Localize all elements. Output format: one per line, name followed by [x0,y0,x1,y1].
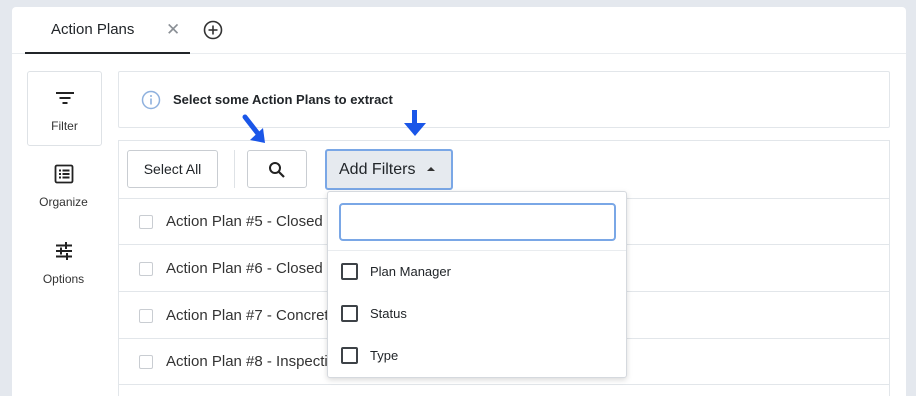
search-icon [269,162,285,178]
option-checkbox[interactable] [341,347,358,364]
option-label: Plan Manager [370,264,451,279]
filter-icon [55,88,75,108]
add-filters-dropdown: Plan Manager Status Type [327,191,627,378]
diagonal-arrow-icon [242,114,265,143]
rail-item-label: Organize [39,195,88,209]
rail-item-options[interactable]: Options [27,225,102,300]
search-button[interactable] [247,150,307,188]
tab-label: Action Plans [51,21,135,38]
rail-item-organize[interactable]: Organize [27,148,102,223]
filter-search-input[interactable] [339,203,616,241]
filter-option-type[interactable]: Type [328,335,626,377]
add-filters-button[interactable]: Add Filters [325,149,453,190]
rail-item-label: Filter [51,119,78,133]
option-label: Type [370,348,399,363]
rail-item-label: Options [42,272,85,286]
caret-up-icon [427,167,435,171]
tab-action-plans[interactable]: Action Plans ✕ [25,7,190,54]
row-checkbox[interactable] [139,309,153,323]
tab-bar: Action Plans ✕ [12,7,906,54]
add-tab-icon[interactable] [203,20,223,40]
option-checkbox[interactable] [341,305,358,322]
toolbar-divider [234,150,235,188]
list-item-label: Action Plan #8 - Inspection [166,353,345,370]
row-checkbox[interactable] [139,262,153,276]
info-banner: Select some Action Plans to extract [118,71,890,128]
info-icon [141,90,161,110]
add-filters-label: Add Filters [339,161,416,178]
rail-item-filter[interactable]: Filter [27,71,102,146]
option-label: Status [370,306,407,321]
list-item-label: Action Plan #6 - Closed [166,260,323,277]
down-arrow-icon [404,110,426,136]
list-icon [54,164,74,184]
list-item-label: Action Plan #7 - Concrete [166,307,337,324]
info-text: Select some Action Plans to extract [173,92,393,107]
row-checkbox[interactable] [139,355,153,369]
row-checkbox[interactable] [139,215,153,229]
close-icon[interactable]: ✕ [166,20,180,40]
sliders-icon [54,241,74,261]
option-checkbox[interactable] [341,263,358,280]
filter-option-status[interactable]: Status [328,293,626,335]
select-all-button[interactable]: Select All [127,150,218,188]
filter-option-plan-manager[interactable]: Plan Manager [328,251,626,293]
list-item-label: Action Plan #5 - Closed [166,213,323,230]
